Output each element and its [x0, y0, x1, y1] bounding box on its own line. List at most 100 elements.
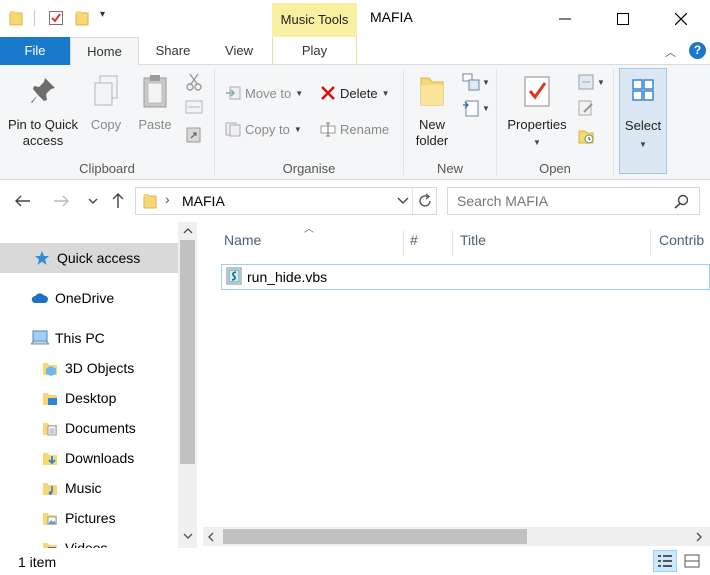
nav-item-3d-objects[interactable]: 3D Objects	[0, 353, 178, 383]
properties-check-icon[interactable]	[48, 10, 64, 29]
chevron-down-icon: ▼	[597, 77, 605, 87]
customize-toolbar-icon[interactable]: ▾	[100, 9, 105, 20]
search-icon[interactable]	[674, 194, 689, 212]
nav-item-videos[interactable]: Videos	[0, 533, 178, 548]
copy-button[interactable]: Copy	[86, 71, 126, 133]
chevron-down-icon: ▼	[482, 77, 490, 87]
copy-to-button[interactable]: Copy to ▼	[225, 118, 302, 140]
properties-button[interactable]: Properties ▼	[501, 71, 573, 151]
nav-item-music[interactable]: Music	[0, 473, 178, 503]
collapse-ribbon-icon[interactable]: ︿	[665, 44, 676, 60]
new-group-label: New	[436, 161, 463, 176]
copy-to-icon	[225, 122, 241, 137]
easy-access-button[interactable]: ▼	[462, 99, 490, 117]
delete-button[interactable]: Delete ▼	[320, 82, 390, 104]
close-icon	[675, 12, 687, 25]
breadcrumb[interactable]: MAFIA	[182, 193, 225, 209]
column-header-name[interactable]: Name	[224, 222, 404, 258]
scroll-down-icon[interactable]	[178, 532, 197, 543]
up-button[interactable]	[107, 190, 129, 212]
nav-item-documents[interactable]: Documents	[0, 413, 178, 443]
large-icons-view-button[interactable]	[680, 550, 704, 572]
folder-icon	[143, 193, 157, 212]
file-row[interactable]: run_hide.vbs	[221, 264, 710, 290]
recent-locations-button[interactable]	[82, 190, 104, 212]
chevron-right-icon[interactable]: ›	[165, 191, 170, 207]
nav-item-this-pc[interactable]: This PC	[0, 323, 178, 353]
nav-item-downloads[interactable]: Downloads	[0, 443, 178, 473]
window-title: MAFIA	[370, 9, 413, 25]
chevron-down-icon: ▼	[533, 138, 541, 147]
column-header-contributing-artists[interactable]: Contrib	[659, 222, 710, 258]
paste-button[interactable]: Paste	[133, 71, 177, 133]
column-header-number[interactable]: #	[410, 222, 450, 258]
paste-shortcut-icon[interactable]	[186, 125, 202, 146]
navigation-pane: Quick access OneDrive This PC 3D Objects…	[0, 222, 198, 548]
column-header-title[interactable]: Title	[460, 222, 650, 258]
nav-item-desktop[interactable]: Desktop	[0, 383, 178, 413]
nav-item-pictures[interactable]: Pictures	[0, 503, 178, 533]
copy-path-icon[interactable]	[185, 99, 203, 118]
search-input[interactable]	[457, 189, 677, 213]
forward-button[interactable]	[50, 190, 72, 212]
computer-icon	[31, 329, 49, 347]
downloads-folder-icon	[41, 449, 59, 467]
maximize-button[interactable]	[594, 0, 652, 37]
refresh-button[interactable]	[417, 193, 433, 212]
scroll-up-icon[interactable]	[178, 226, 197, 237]
help-icon[interactable]: ?	[689, 42, 706, 59]
easy-access-icon	[463, 100, 479, 117]
chevron-down-icon	[397, 197, 409, 204]
new-item-button[interactable]: ▼	[462, 73, 490, 91]
scroll-left-icon[interactable]	[207, 531, 214, 545]
new-group: New folder ▼ ▼ New	[404, 65, 496, 180]
open-group-label: Open	[539, 161, 571, 176]
content-horizontal-scrollbar[interactable]	[203, 527, 710, 546]
new-folder-icon	[406, 71, 458, 111]
move-to-button[interactable]: Move to ▼	[225, 82, 303, 104]
details-view-button[interactable]	[653, 550, 677, 572]
tab-view[interactable]: View	[207, 37, 271, 65]
copy-icon	[86, 71, 126, 111]
address-bar[interactable]: › MAFIA	[135, 187, 437, 215]
nav-item-onedrive[interactable]: OneDrive	[0, 283, 178, 313]
chevron-down-icon: ▼	[293, 124, 302, 134]
cut-icon[interactable]	[186, 73, 202, 94]
context-tab-title: Music Tools	[272, 3, 357, 37]
desktop-folder-icon	[41, 389, 59, 407]
tab-file[interactable]: File	[0, 37, 70, 65]
organise-group-label: Organise	[282, 161, 336, 176]
open-button[interactable]: ▼	[577, 73, 605, 91]
scroll-right-icon[interactable]	[696, 531, 703, 545]
nav-scroll-thumb[interactable]	[180, 240, 195, 464]
back-arrow-icon	[15, 195, 30, 207]
tab-home[interactable]: Home	[70, 37, 139, 66]
nav-vertical-scrollbar[interactable]	[178, 222, 197, 548]
rename-icon	[320, 122, 336, 137]
tab-share[interactable]: Share	[139, 37, 207, 65]
content-scroll-thumb[interactable]	[223, 529, 527, 544]
folder-icon	[9, 10, 23, 29]
close-button[interactable]	[652, 0, 710, 37]
pin-to-quick-access-button[interactable]: Pin to Quick access	[4, 71, 82, 149]
edit-icon[interactable]	[577, 99, 595, 120]
status-bar: 1 item	[0, 548, 710, 575]
chevron-down-icon: ▼	[639, 140, 647, 149]
pin-icon	[4, 71, 82, 111]
chevron-down-icon	[88, 198, 98, 204]
vbs-script-icon	[226, 267, 242, 288]
nav-item-quick-access[interactable]: Quick access	[0, 243, 178, 273]
minimize-button[interactable]	[536, 0, 594, 37]
pictures-folder-icon	[41, 509, 59, 527]
chevron-down-icon: ▼	[295, 88, 304, 98]
address-history-button[interactable]	[397, 194, 409, 208]
history-icon[interactable]	[577, 127, 595, 148]
new-folder-quick-icon[interactable]	[75, 10, 89, 29]
back-button[interactable]	[12, 190, 34, 212]
new-folder-button[interactable]: New folder	[406, 71, 458, 149]
select-button[interactable]: Select ▼	[619, 68, 667, 174]
search-box[interactable]	[447, 187, 700, 215]
tab-play[interactable]: Play	[272, 37, 357, 65]
rename-button[interactable]: Rename	[320, 118, 389, 140]
cube-folder-icon	[41, 359, 59, 377]
